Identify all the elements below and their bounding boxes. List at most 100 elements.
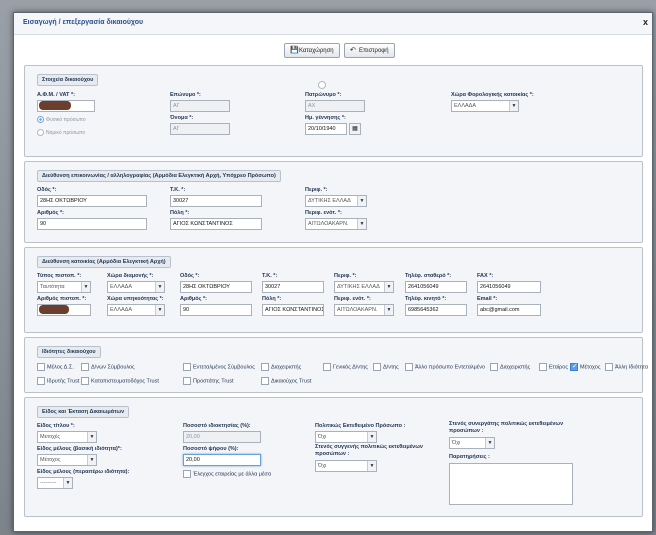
control-other-means-checkbox	[183, 470, 191, 478]
chevron-down-icon: ▼	[87, 455, 96, 465]
redacted-afm	[39, 101, 71, 110]
radio-legal-person[interactable]: Νομικό πρόσωπο	[37, 129, 85, 136]
surname-input[interactable]: ΑΓ	[170, 100, 230, 112]
vote-pct-input[interactable]: 20,00	[183, 454, 261, 466]
role-trust-protector[interactable]: Προστάτης Trust	[183, 377, 234, 385]
residence-street-input[interactable]: 28ΗΣ ΟΚΤΩΒΡΙΟΥ	[180, 281, 252, 293]
tax-country-select[interactable]: ΕΛΛΑΔΑ ▼	[451, 100, 519, 112]
residence-unit-select[interactable]: ΑΙΤΩΛΟΑΚΑΡΝ. ▼	[334, 304, 394, 316]
contact-street-label: Οδός *:	[37, 187, 57, 193]
contact-city-input[interactable]: ΑΓΙΟΣ ΚΩΝΣΤΑΝΤΙΝΟΣ	[170, 218, 262, 230]
role-manager[interactable]: Διαχειριστής	[490, 363, 530, 371]
role-trust-founder[interactable]: Ιδρυτής Trust	[37, 377, 79, 385]
save-button[interactable]: 💾Καταχώρηση	[284, 43, 340, 58]
name-input[interactable]: ΑΓ	[170, 123, 230, 135]
vote-pct-label: Ποσοστό ψήφου (%):	[183, 446, 239, 452]
control-other-means[interactable]: Έλεγχος εταιρείας με άλλα μέσα	[183, 470, 271, 478]
father-input[interactable]: ΑΧ	[305, 100, 365, 112]
afm-label: Α.Φ.Μ. / VAT *:	[37, 92, 75, 98]
role-board-member[interactable]: Μέλος Δ.Σ.	[37, 363, 74, 371]
email-input[interactable]: abc@gmail.com	[477, 304, 541, 316]
mobile-input[interactable]: 6985645362	[405, 304, 467, 316]
contact-city-label: Πόλη *:	[170, 210, 190, 216]
role-other[interactable]: Άλλη Ιδιότητα	[605, 363, 648, 371]
control-other-means-label: Έλεγχος εταιρείας με άλλα μέσα	[193, 471, 271, 478]
section-roles: Ιδιότητες δικαιούχου Μέλος Δ.Σ. Δ/νων Σύ…	[24, 337, 648, 393]
role-administrator-label: Διαχειριστής	[271, 364, 302, 371]
role-general-director-label: Γενικός Δ/ντης	[333, 364, 368, 371]
role-shareholder[interactable]: Μέτοχος	[570, 362, 601, 371]
notes-textarea[interactable]	[449, 463, 573, 505]
role-other-authorized[interactable]: Άλλο πρόσωπο Εντεταλμένο	[405, 363, 485, 371]
contact-region-value: ΔΥΤΙΚΗΣ ΕΛΛΑΔ	[308, 198, 351, 204]
role-managing-director[interactable]: Δ/νων Σύμβουλος	[81, 363, 135, 371]
radio-empty[interactable]	[318, 81, 326, 89]
role-partner-checkbox	[539, 363, 547, 371]
member-type-extra-label: Είδος μέλους (περαιτέρω ιδιότητα):	[37, 469, 130, 475]
residence-zip-input[interactable]: 30027	[262, 281, 324, 293]
citizenship-value: ΕΛΛΑΔΑ	[110, 307, 133, 313]
role-general-director[interactable]: Γενικός Δ/ντης	[323, 363, 368, 371]
email-label: Email *:	[477, 296, 498, 302]
role-trust-beneficiary[interactable]: Δικαιούχος Trust	[261, 377, 311, 385]
chevron-down-icon: ▼	[63, 478, 72, 488]
pep-associate-select[interactable]: Όχι ▼	[449, 437, 495, 449]
chevron-down-icon: ▼	[155, 282, 164, 292]
radio-natural-person-label: Φυσικό πρόσωπο	[46, 116, 86, 123]
role-authorized-advisor[interactable]: Εντεταλμένος Σύμβουλος	[183, 363, 255, 371]
id-type-value: Ταυτότητα	[40, 284, 65, 290]
role-other-checkbox	[605, 363, 613, 371]
contact-zip-input[interactable]: 30027	[170, 195, 262, 207]
role-partner-label: Εταίρος	[549, 364, 569, 371]
beneficiary-dialog: Εισαγωγή / επεξεργασία δικαιούχου x 💾Κατ…	[13, 12, 653, 532]
contact-number-input[interactable]: 90	[37, 218, 147, 230]
section-ownership: Είδος και Έκταση Δικαιωμάτων Είδος τίτλο…	[24, 397, 643, 517]
role-director-checkbox	[373, 363, 381, 371]
residence-country-value: ΕΛΛΑΔΑ	[110, 284, 133, 290]
member-type-extra-select[interactable]: --------- ▼	[37, 477, 73, 489]
citizenship-select[interactable]: ΕΛΛΑΔΑ ▼	[107, 304, 165, 316]
phone-input[interactable]: 2641056049	[405, 281, 467, 293]
pep-label: Πολιτικώς Εκτεθειμένο Πρόσωπο :	[315, 423, 406, 429]
birth-input[interactable]: 20/10/1940	[305, 123, 347, 135]
role-other-authorized-checkbox	[405, 363, 413, 371]
id-type-select[interactable]: Ταυτότητα ▼	[37, 281, 91, 293]
contact-region-select[interactable]: ΔΥΤΙΚΗΣ ΕΛΛΑΔ ▼	[305, 195, 367, 207]
back-button[interactable]: ↶ Επιστροφή	[344, 43, 395, 58]
chevron-down-icon: ▼	[367, 461, 376, 471]
ownership-pct-label: Ποσοστό ιδιοκτησίας (%):	[183, 423, 251, 429]
fax-input[interactable]: 2641056049	[477, 281, 541, 293]
member-type-value: Μέτοχος	[40, 457, 61, 463]
contact-street-input[interactable]: 28ΗΣ ΟΚΤΩΒΡΙΟΥ	[37, 195, 147, 207]
role-trust-founder-label: Ιδρυτής Trust	[47, 378, 80, 385]
role-trust-trustee-checkbox	[81, 377, 89, 385]
role-partner[interactable]: Εταίρος	[539, 363, 568, 371]
ownership-pct-input[interactable]: 20,00	[183, 431, 261, 443]
calendar-icon[interactable]: ▦	[349, 123, 361, 135]
residence-country-label: Χώρα διαμονής *:	[107, 273, 154, 279]
pep-relative-value: Όχι	[318, 463, 327, 469]
back-button-label: Επιστροφή	[359, 48, 389, 54]
role-trust-beneficiary-checkbox	[261, 377, 269, 385]
role-director-label: Δ/ντης	[383, 364, 399, 371]
role-director[interactable]: Δ/ντης	[373, 363, 399, 371]
pep-select[interactable]: Όχι ▼	[315, 431, 377, 443]
chevron-down-icon: ▼	[87, 432, 96, 442]
close-icon[interactable]: x	[643, 17, 648, 27]
residence-region-select[interactable]: ΔΥΤΙΚΗΣ ΕΛΛΑΔ ▼	[334, 281, 394, 293]
residence-country-select[interactable]: ΕΛΛΑΔΑ ▼	[107, 281, 165, 293]
radio-natural-person[interactable]: Φυσικό πρόσωπο	[37, 116, 86, 123]
residence-number-input[interactable]: 90	[180, 304, 252, 316]
member-type-select[interactable]: Μέτοχος ▼	[37, 454, 97, 466]
pep-relative-select[interactable]: Όχι ▼	[315, 460, 377, 472]
role-manager-label: Διαχειριστής	[500, 364, 531, 371]
role-administrator[interactable]: Διαχειριστής	[261, 363, 301, 371]
role-trust-trustee[interactable]: Καταπιστευματοδόχος Trust	[81, 377, 159, 385]
contact-unit-select[interactable]: ΑΙΤΩΛΟΑΚΑΡΝ. ▼	[305, 218, 367, 230]
role-trust-founder-checkbox	[37, 377, 45, 385]
residence-city-input[interactable]: ΑΓΙΟΣ ΚΩΝΣΤΑΝΤΙΝΟΣ	[262, 304, 324, 316]
title-type-select[interactable]: Μετοχές ▼	[37, 431, 97, 443]
name-label: Όνομα *:	[170, 115, 194, 121]
section-ownership-legend: Είδος και Έκταση Δικαιωμάτων	[37, 406, 130, 418]
radio-natural-person-dot	[37, 116, 44, 123]
